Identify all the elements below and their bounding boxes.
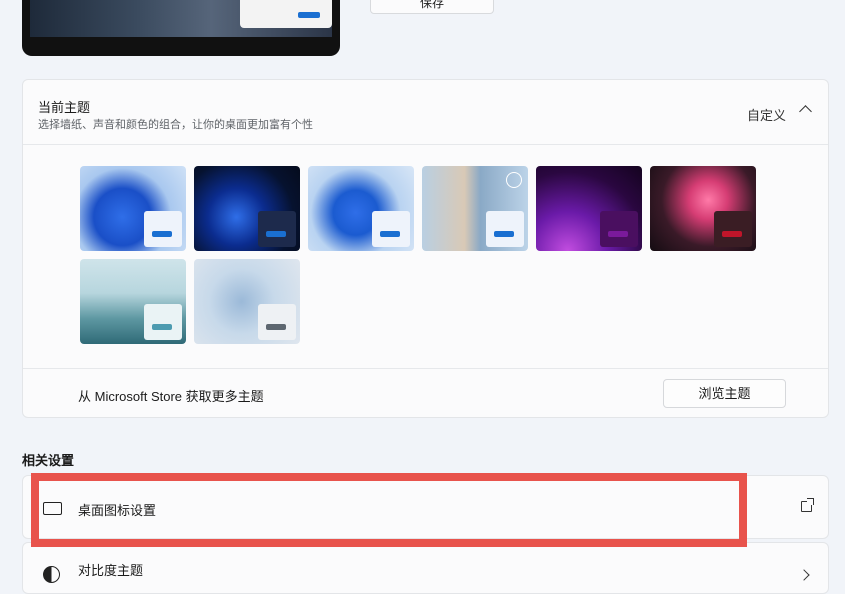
current-theme-header[interactable]: 当前主题 选择墙纸、声音和颜色的组合，让你的桌面更加富有个性 自定义 <box>23 80 828 145</box>
chevron-up-icon[interactable] <box>799 105 812 118</box>
preview-wallpaper <box>30 0 332 37</box>
store-text: 从 Microsoft Store 获取更多主题 <box>78 389 264 404</box>
preview-accent-bar <box>298 12 320 18</box>
theme-thumbnail[interactable] <box>422 166 528 251</box>
preview-window <box>240 0 332 28</box>
theme-window-preview <box>372 211 410 247</box>
browse-themes-button[interactable]: 浏览主题 <box>663 379 786 408</box>
related-settings-title: 相关设置 <box>22 453 75 468</box>
theme-thumbnail[interactable] <box>80 166 186 251</box>
contrast-themes-label: 对比度主题 <box>78 563 144 578</box>
theme-window-preview <box>144 304 182 340</box>
theme-thumbnail[interactable] <box>308 166 414 251</box>
custom-theme-label: 自定义 <box>746 108 786 123</box>
desktop-icon-settings-label: 桌面图标设置 <box>78 503 157 518</box>
theme-preview <box>22 0 340 56</box>
theme-accent-bar <box>722 231 742 237</box>
theme-window-preview <box>144 211 182 247</box>
theme-window-preview <box>258 304 296 340</box>
theme-accent-bar <box>266 231 286 237</box>
theme-accent-bar <box>608 231 628 237</box>
theme-window-preview <box>486 211 524 247</box>
desktop-icon-settings-row[interactable]: 桌面图标设置 <box>22 475 829 539</box>
theme-thumbnail[interactable] <box>194 166 300 251</box>
theme-accent-bar <box>494 231 514 237</box>
theme-window-preview <box>258 211 296 247</box>
theme-accent-bar <box>152 324 172 330</box>
chevron-right-icon <box>798 569 810 581</box>
theme-accent-bar <box>152 231 172 237</box>
current-theme-subtitle: 选择墙纸、声音和颜色的组合，让你的桌面更加富有个性 <box>38 119 313 131</box>
theme-thumbnail[interactable] <box>536 166 642 251</box>
theme-thumbnail[interactable] <box>80 259 186 344</box>
save-button[interactable]: 保存 <box>370 0 494 14</box>
open-external-icon <box>801 498 814 512</box>
slideshow-icon <box>506 172 522 188</box>
theme-thumbnail[interactable] <box>650 166 756 251</box>
monitor-icon <box>43 502 62 515</box>
theme-window-preview <box>714 211 752 247</box>
current-theme-title: 当前主题 <box>38 100 91 115</box>
theme-accent-bar <box>266 324 286 330</box>
theme-window-preview <box>600 211 638 247</box>
current-theme-card: 当前主题 选择墙纸、声音和颜色的组合，让你的桌面更加富有个性 自定义 从 Mic… <box>22 79 829 418</box>
contrast-icon <box>43 566 60 583</box>
theme-accent-bar <box>380 231 400 237</box>
store-row: 从 Microsoft Store 获取更多主题 浏览主题 <box>23 368 828 417</box>
contrast-themes-row[interactable]: 对比度主题 <box>22 542 829 594</box>
theme-thumbnail[interactable] <box>194 259 300 344</box>
